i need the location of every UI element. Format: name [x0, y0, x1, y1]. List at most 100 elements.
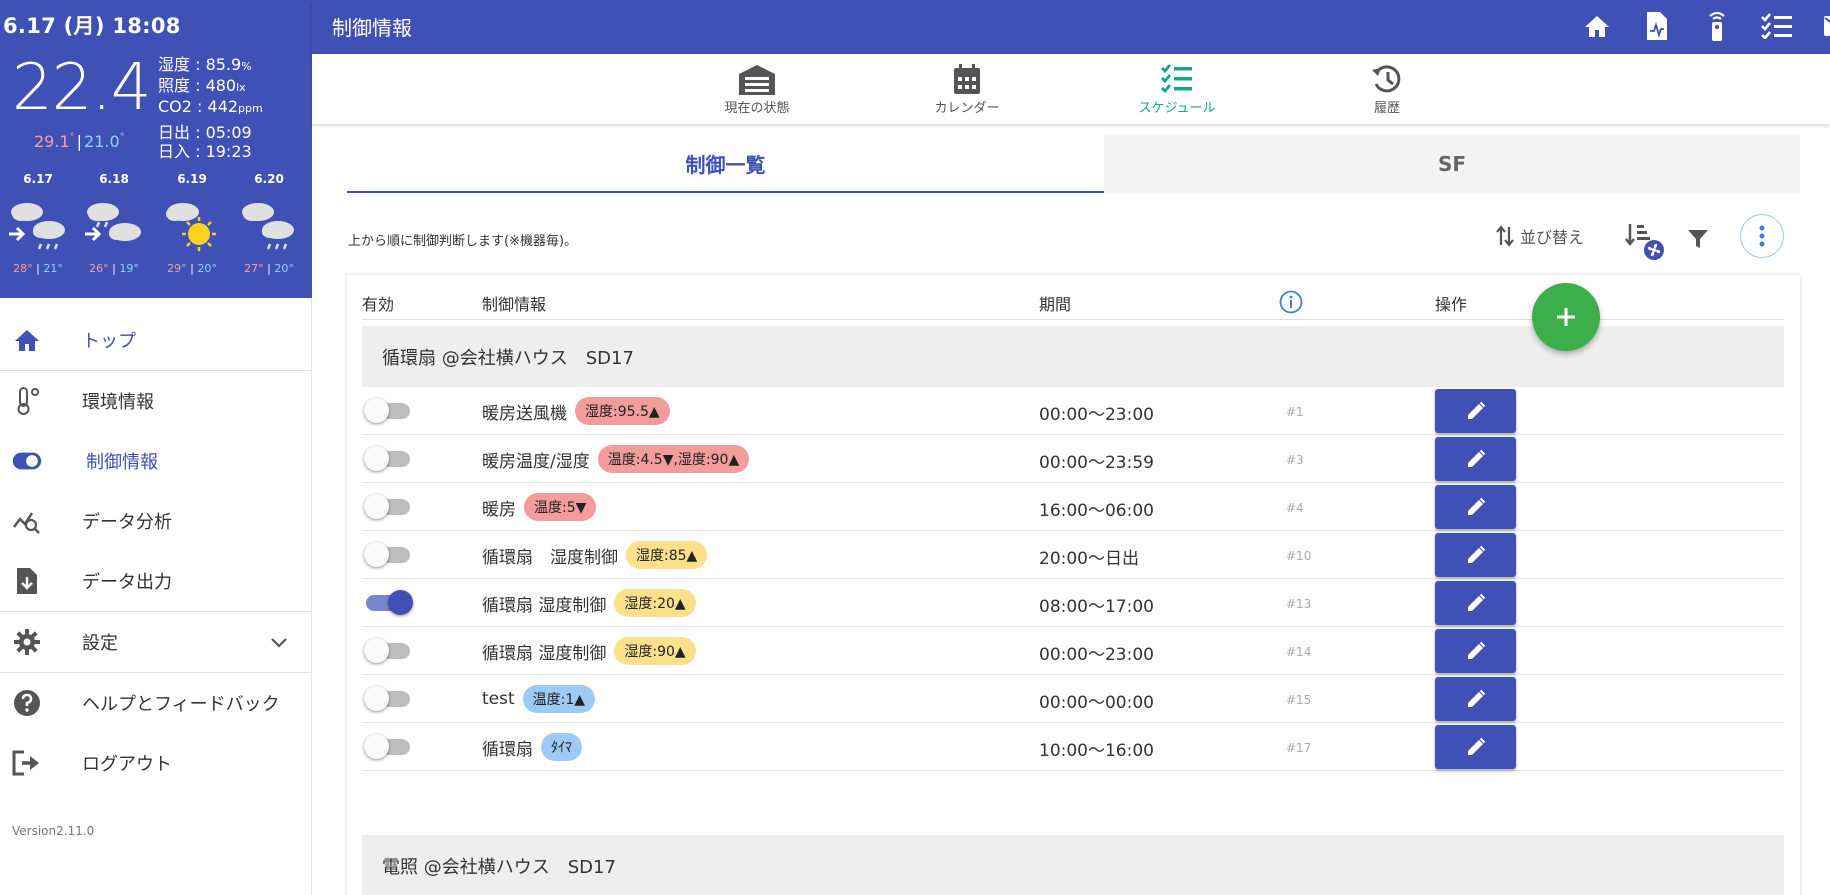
- help-icon: [12, 688, 42, 718]
- control-name: 暖房送風機: [482, 403, 567, 424]
- edit-button[interactable]: [1435, 485, 1516, 529]
- remote-icon[interactable]: [1701, 10, 1733, 42]
- enabled-toggle[interactable]: [364, 397, 412, 423]
- sort-by-device-button[interactable]: [1625, 220, 1665, 260]
- edit-button[interactable]: [1435, 581, 1516, 625]
- document-chart-icon[interactable]: [1641, 10, 1673, 42]
- nav-item-settings[interactable]: 設定: [0, 612, 311, 672]
- control-period: 16:00〜06:00: [1039, 501, 1154, 521]
- pencil-icon: [1465, 736, 1487, 758]
- mail-icon[interactable]: [1821, 10, 1830, 42]
- nav-item-logout[interactable]: ログアウト: [0, 733, 311, 793]
- nav-label: ログアウト: [82, 754, 172, 775]
- enabled-toggle[interactable]: [364, 637, 412, 663]
- order-hint-text: 上から順に制御判断します(※機器毎)。: [348, 234, 578, 249]
- edit-button[interactable]: [1435, 533, 1516, 577]
- sunrise-time: 日出 : 05:09: [158, 123, 252, 142]
- condition-badge: 温度:1▲: [522, 685, 596, 713]
- col-actions: 操作: [1435, 295, 1468, 314]
- control-period: 00:00〜00:00: [1039, 693, 1154, 713]
- control-name: 循環扇 湿度制御: [482, 595, 607, 616]
- logout-icon: [12, 748, 42, 778]
- enabled-toggle[interactable]: [364, 685, 412, 711]
- tab-history[interactable]: 履歴: [1327, 62, 1447, 116]
- tab-control-list[interactable]: 制御一覧: [347, 135, 1104, 193]
- temperature-high: 29.1: [34, 132, 70, 151]
- plus-icon: [1557, 308, 1575, 326]
- control-info: 循環扇 湿度制御 湿度:90▲: [482, 637, 696, 665]
- tab-sf[interactable]: SF: [1104, 135, 1800, 193]
- enabled-toggle[interactable]: [364, 493, 412, 519]
- edit-button[interactable]: [1435, 437, 1516, 481]
- table-row: 暖房温度/湿度 温度:4.5▼,湿度:90▲ 00:00〜23:59 #3: [362, 435, 1784, 483]
- control-number: #17: [1286, 741, 1312, 755]
- control-info: 循環扇 湿度制御 湿度:85▲: [482, 541, 708, 569]
- sort-button[interactable]: 並び替え: [1496, 224, 1584, 248]
- sub-navigation: 現在の状態 カレンダー スケジュール 履歴: [312, 54, 1830, 124]
- edit-button[interactable]: [1435, 629, 1516, 673]
- pencil-icon: [1465, 688, 1487, 710]
- current-datetime: 6.17 (月) 18:08: [3, 14, 181, 38]
- nav-item-export[interactable]: データ出力: [0, 551, 311, 611]
- group-header: 電照 @会社横ハウス SD17: [362, 835, 1784, 895]
- info-icon[interactable]: [1279, 290, 1303, 318]
- nav-label: 制御情報: [86, 452, 158, 473]
- enabled-toggle[interactable]: [364, 589, 413, 615]
- app-version: Version2.11.0: [12, 824, 95, 838]
- home-icon[interactable]: [1581, 10, 1613, 42]
- nav-item-analysis[interactable]: データ分析: [0, 491, 311, 551]
- edit-button[interactable]: [1435, 677, 1516, 721]
- forecast-day: 6.17 28° | 21°: [0, 172, 76, 275]
- page-title: 制御情報: [332, 16, 412, 40]
- cloud-sun-icon: [166, 203, 216, 251]
- enabled-toggle[interactable]: [364, 733, 412, 759]
- checklist-icon[interactable]: [1761, 10, 1793, 42]
- rain-then-cloud-icon: [85, 203, 141, 242]
- pencil-icon: [1465, 592, 1487, 614]
- filter-icon: [1688, 230, 1708, 248]
- control-name: 循環扇 湿度制御: [482, 643, 607, 664]
- table-row: 暖房送風機 湿度:95.5▲ 00:00〜23:00 #1: [362, 387, 1784, 435]
- cloud-then-rain-icon: [9, 203, 65, 250]
- nav-label: 環境情報: [82, 392, 154, 413]
- humidity-reading: 湿度 : 85.9%: [158, 55, 252, 74]
- edit-button[interactable]: [1435, 725, 1516, 769]
- edit-button[interactable]: [1435, 389, 1516, 433]
- temperature-high-low: 29.1° | 21.0°: [34, 132, 125, 151]
- enabled-toggle[interactable]: [364, 541, 412, 567]
- top-app-bar: 制御情報: [312, 0, 1830, 54]
- table-row: test 温度:1▲ 00:00〜00:00 #15: [362, 675, 1784, 723]
- tab-calendar[interactable]: カレンダー: [907, 62, 1027, 116]
- nav-item-top[interactable]: トップ: [0, 310, 311, 370]
- weather-panel: 6.17 (月) 18:08 22.4 29.1° | 21.0° 湿度 : 85.…: [0, 0, 312, 298]
- toggle-icon: [12, 446, 42, 476]
- forecast-day: 6.18 26° | 19°: [76, 172, 152, 275]
- file-download-icon: [12, 566, 42, 596]
- control-info: test 温度:1▲: [482, 685, 596, 713]
- pencil-icon: [1465, 496, 1487, 518]
- control-info: 暖房温度/湿度 温度:4.5▼,湿度:90▲: [482, 445, 750, 473]
- condition-badge: 湿度:20▲: [614, 589, 696, 617]
- condition-badge: 温度:4.5▼,湿度:90▲: [597, 445, 750, 473]
- control-period: 00:00〜23:00: [1039, 405, 1154, 425]
- control-period: 08:00〜17:00: [1039, 597, 1154, 617]
- tab-status[interactable]: 現在の状態: [697, 62, 817, 116]
- control-number: #13: [1286, 597, 1312, 611]
- enabled-toggle[interactable]: [364, 445, 412, 471]
- pencil-icon: [1465, 400, 1487, 422]
- nav-item-environment[interactable]: 環境情報: [0, 371, 311, 431]
- table-row: 循環扇 湿度制御 湿度:20▲ 08:00〜17:00 #13: [362, 579, 1784, 627]
- control-info: 暖房 温度:5▼: [482, 493, 597, 521]
- tab-schedule[interactable]: スケジュール: [1117, 62, 1237, 116]
- add-control-button[interactable]: [1532, 283, 1600, 351]
- sensor-stats: 湿度 : 85.9% 照度 : 480lx CO2 : 442ppm: [158, 55, 263, 118]
- filter-button[interactable]: [1683, 224, 1713, 254]
- pencil-icon: [1465, 448, 1487, 470]
- nav-item-control[interactable]: 制御情報: [0, 431, 311, 491]
- sun-times: 日出 : 05:09 日入 : 19:23: [158, 123, 252, 161]
- nav-item-help[interactable]: ヘルプとフィードバック: [0, 673, 311, 733]
- control-period: 00:00〜23:59: [1039, 453, 1154, 473]
- more-options-button[interactable]: [1740, 214, 1784, 258]
- thermometer-icon: [12, 386, 42, 416]
- co2-reading: CO2 : 442ppm: [158, 97, 263, 116]
